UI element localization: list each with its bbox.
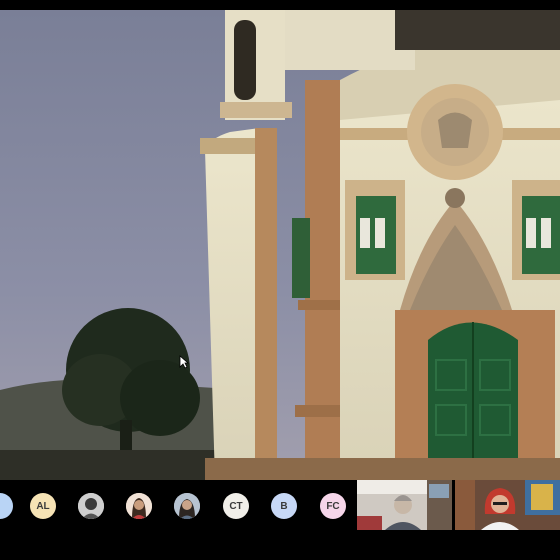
participant-video-tile[interactable]	[455, 480, 560, 530]
participant-avatar[interactable]	[174, 493, 200, 519]
avatar-photo	[174, 493, 200, 519]
avatar-initials: AL	[36, 500, 50, 512]
participant-avatar[interactable]	[78, 493, 104, 519]
participant-avatar[interactable]: AL	[30, 493, 56, 519]
participant-video-tile[interactable]	[357, 480, 452, 530]
participant-avatar[interactable]	[126, 493, 152, 519]
participant-avatar[interactable]: FC	[320, 493, 346, 519]
avatar-initials: FC	[326, 500, 340, 512]
participant-avatar[interactable]: CT	[223, 493, 249, 519]
avatar-photo	[126, 493, 152, 519]
mouse-cursor-icon	[179, 355, 189, 369]
avatar-photo	[78, 493, 104, 519]
participant-avatar[interactable]: B	[271, 493, 297, 519]
church-facade-video	[0, 10, 560, 480]
avatar-initials: B	[280, 500, 288, 512]
shared-video-stage[interactable]	[0, 10, 560, 480]
participant-video	[455, 480, 560, 530]
avatar-initials: CT	[229, 500, 243, 512]
participant-video	[357, 480, 452, 530]
top-bar	[0, 0, 560, 10]
